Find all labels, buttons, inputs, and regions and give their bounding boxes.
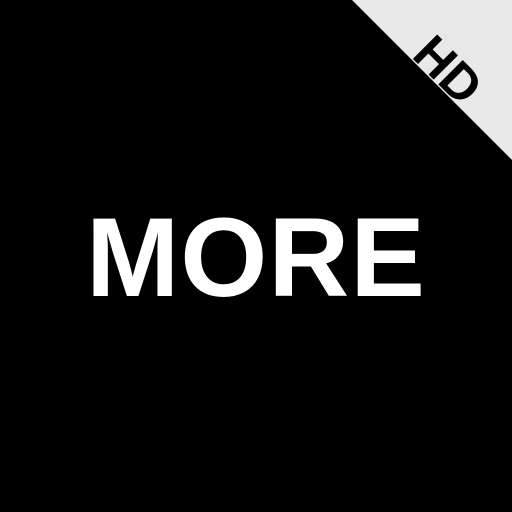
app-icon-tile[interactable]: HD MORE	[0, 0, 512, 512]
tile-title: MORE	[86, 195, 426, 320]
hd-badge: HD	[402, 24, 494, 116]
